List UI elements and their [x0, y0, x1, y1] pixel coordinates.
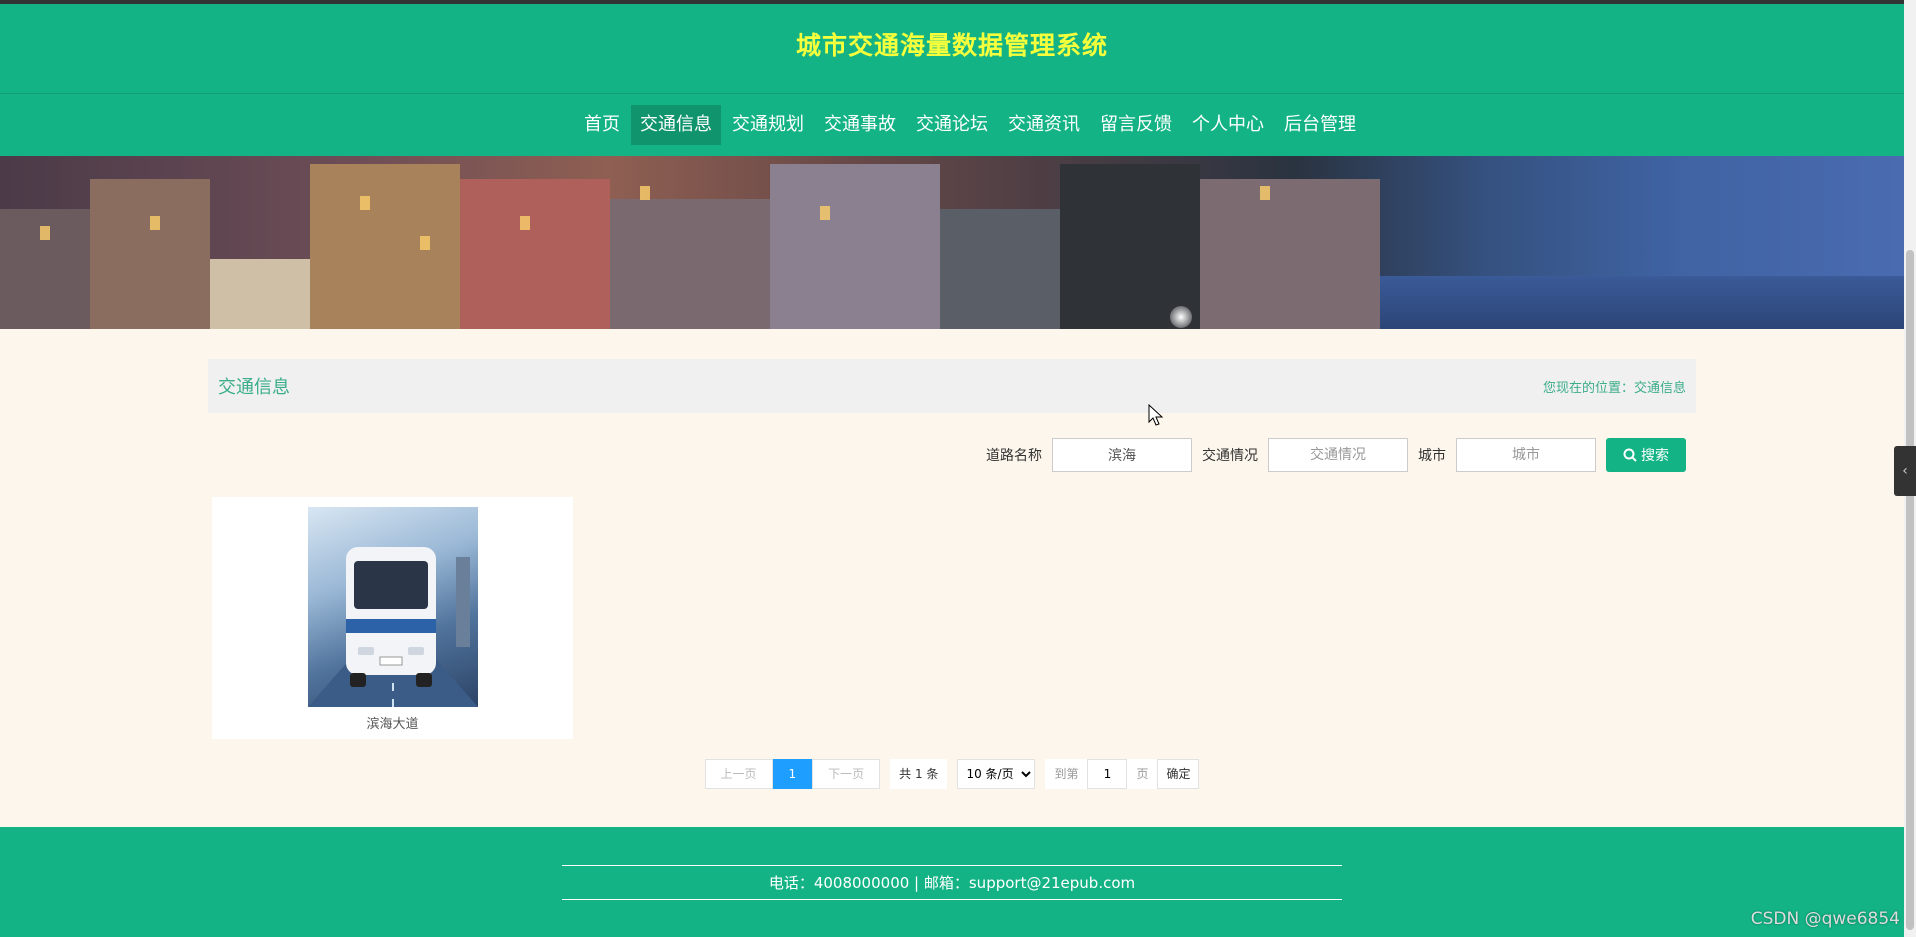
breadcrumb: 您现在的位置：交通信息 [1542, 380, 1686, 396]
browser-viewport: 城市交通海量数据管理系统 首页 交通信息 交通规划 交通事故 交通论坛 交通资讯… [0, 0, 1904, 937]
bus-image[interactable] [307, 507, 478, 707]
banner-window [360, 196, 370, 210]
search-button[interactable]: 搜索 [1606, 438, 1686, 472]
goto-page-input[interactable] [1087, 759, 1128, 789]
banner-window [520, 216, 530, 230]
banner-window [150, 216, 160, 230]
banner-building [610, 199, 770, 329]
pagination: 上一页 1 下一页 共 1 条 10 条/页 到第 页 确定 [208, 759, 1696, 789]
goto-label: 到第 [1045, 759, 1088, 789]
banner-window [640, 186, 650, 200]
mouse-cursor-icon [1148, 404, 1164, 426]
banner-building [1200, 179, 1380, 329]
next-page-button[interactable]: 下一页 [812, 759, 881, 789]
main-nav: 首页 交通信息 交通规划 交通事故 交通论坛 交通资讯 留言反馈 个人中心 后台… [0, 94, 1904, 156]
goto-confirm-button[interactable]: 确定 [1157, 759, 1200, 789]
nav-item-admin[interactable]: 后台管理 [1275, 105, 1365, 145]
search-icon [1623, 448, 1637, 462]
banner-window [420, 236, 430, 250]
banner-window [1260, 186, 1270, 200]
banner-window [820, 206, 830, 220]
site-footer: 电话：4008000000 | 邮箱：support@21epub.com [0, 827, 1904, 937]
nav-item-traffic-accidents[interactable]: 交通事故 [815, 105, 905, 145]
section-header: 交通信息 您现在的位置：交通信息 [208, 359, 1696, 413]
road-name-label: 道路名称 [986, 448, 1042, 464]
traffic-condition-input[interactable] [1268, 438, 1408, 472]
search-bar: 道路名称 交通情况 城市 搜索 [208, 438, 1696, 472]
chevron-left-icon: ‹ [1902, 463, 1908, 479]
banner-building [210, 259, 310, 329]
list-item[interactable]: 滨海大道 [212, 497, 573, 739]
city-input[interactable] [1456, 438, 1596, 472]
footer-contact: 电话：4008000000 | 邮箱：support@21epub.com [562, 864, 1342, 900]
total-count: 共 1 条 [890, 759, 948, 789]
banner-building [460, 179, 610, 329]
watermark: CSDN @qwe6854 [1750, 909, 1900, 929]
banner-building [90, 179, 210, 329]
banner-light [1170, 306, 1192, 328]
traffic-condition-label: 交通情况 [1202, 448, 1258, 464]
search-button-label: 搜索 [1641, 447, 1669, 463]
banner-building [770, 164, 940, 329]
main-content: 交通信息 您现在的位置：交通信息 道路名称 交通情况 城市 搜索 [208, 329, 1696, 789]
nav-item-traffic-info[interactable]: 交通信息 [631, 105, 721, 145]
road-name-input[interactable] [1052, 438, 1192, 472]
side-panel-toggle[interactable]: ‹ [1894, 446, 1916, 496]
result-list: 滨海大道 [208, 497, 1696, 739]
nav-item-user-center[interactable]: 个人中心 [1183, 105, 1273, 145]
site-title: 城市交通海量数据管理系统 [795, 30, 1108, 60]
banner-window [40, 226, 50, 240]
banner-cliff [1060, 164, 1200, 329]
page-number-1[interactable]: 1 [772, 759, 813, 789]
page-size-select[interactable]: 10 条/页 [957, 759, 1036, 789]
nav-item-traffic-planning[interactable]: 交通规划 [723, 105, 813, 145]
prev-page-button[interactable]: 上一页 [704, 759, 773, 789]
banner-building [310, 164, 460, 329]
nav-item-home[interactable]: 首页 [575, 105, 629, 145]
section-title: 交通信息 [218, 377, 290, 398]
site-header: 城市交通海量数据管理系统 [0, 4, 1904, 94]
page-unit-label: 页 [1127, 759, 1158, 789]
nav-item-traffic-news[interactable]: 交通资讯 [999, 105, 1089, 145]
hero-banner [0, 156, 1904, 329]
list-item-caption: 滨海大道 [366, 717, 419, 732]
scrollbar-thumb[interactable] [1906, 250, 1914, 930]
bus-icon [307, 547, 478, 707]
banner-sea [1380, 276, 1904, 329]
banner-building [940, 209, 1060, 329]
city-label: 城市 [1418, 448, 1446, 464]
nav-item-traffic-forum[interactable]: 交通论坛 [907, 105, 997, 145]
nav-item-feedback[interactable]: 留言反馈 [1091, 105, 1181, 145]
